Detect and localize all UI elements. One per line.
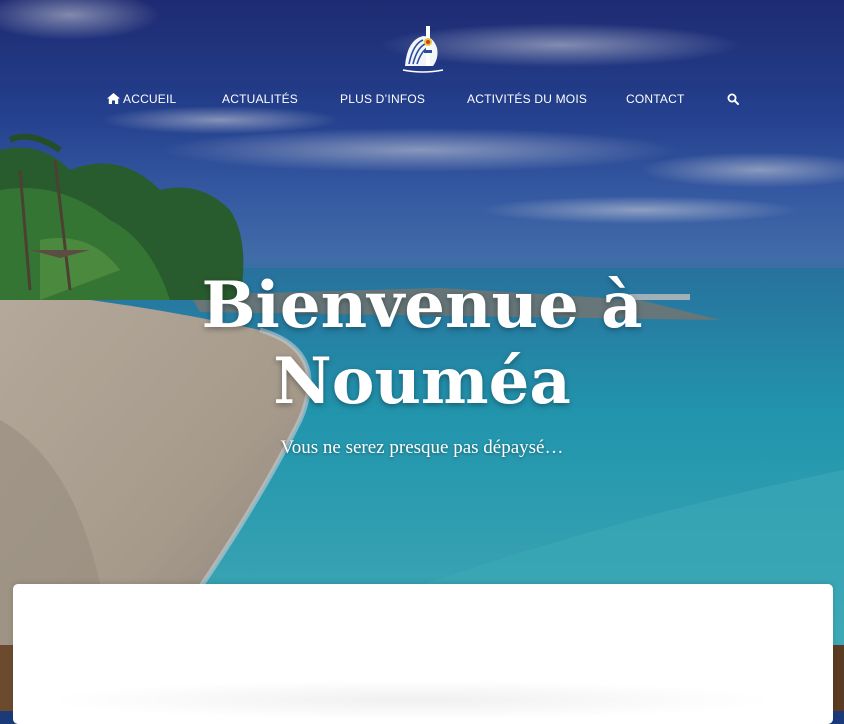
nav-item-activities[interactable]: ACTIVITÉS DU MOIS: [467, 92, 587, 106]
nav-label-home: ACCUEIL: [123, 92, 177, 106]
search-button[interactable]: [727, 92, 739, 110]
hero-subtitle: Vous ne serez presque pas dépaysé…: [280, 437, 564, 458]
nouvelle-caledonie-emblem-icon: [402, 26, 444, 73]
nav-item-more-info[interactable]: PLUS D’INFOS: [340, 92, 425, 106]
search-icon: [727, 93, 739, 105]
main-navigation: ACCUEIL ACTUALITÉS PLUS D’INFOS ACTIVITÉ…: [0, 88, 844, 112]
content-card: [13, 584, 833, 724]
site-logo[interactable]: [399, 22, 447, 76]
nav-item-home[interactable]: ACCUEIL: [107, 92, 176, 106]
hero-title: Bienvenue à Nouméa: [0, 268, 844, 420]
home-icon: [107, 93, 120, 104]
hero-title-line-1: Bienvenue à: [201, 268, 643, 343]
card-shadow-area: [41, 680, 781, 720]
nav-item-news[interactable]: ACTUALITÉS: [222, 92, 298, 106]
hero-title-line-2: Nouméa: [273, 344, 571, 419]
nav-item-contact[interactable]: CONTACT: [626, 92, 685, 106]
